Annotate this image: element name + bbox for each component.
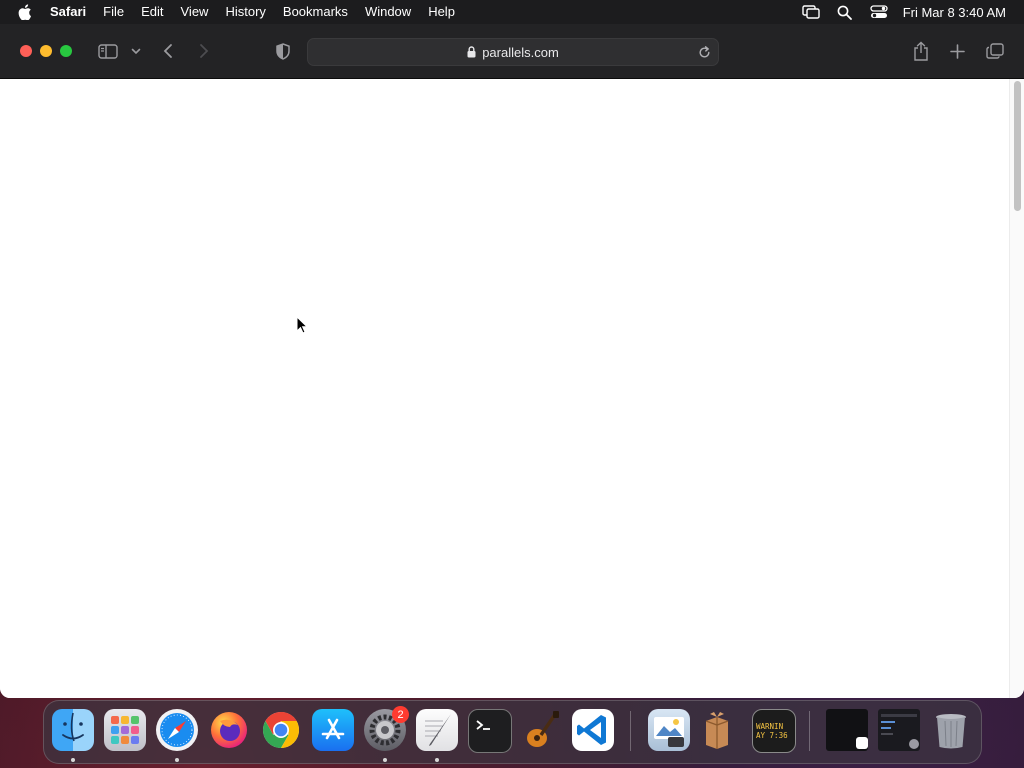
console-warning-text: WARNIN AY 7:36 bbox=[756, 722, 788, 740]
dock-vscode-icon[interactable] bbox=[572, 709, 614, 751]
dock-minimized-window[interactable] bbox=[826, 709, 868, 751]
dock-separator bbox=[630, 711, 631, 751]
dock-running-indicator bbox=[175, 758, 179, 762]
dock-firefox-icon[interactable] bbox=[208, 709, 250, 751]
menu-bar-clock[interactable]: Fri Mar 8 3:40 AM bbox=[903, 5, 1006, 20]
dock: 2 WARNIN AY 7:36 bbox=[43, 700, 982, 764]
back-icon[interactable] bbox=[160, 39, 176, 63]
dock-preview-icon[interactable] bbox=[648, 709, 690, 751]
menu-bar: Safari File Edit View History Bookmarks … bbox=[0, 0, 1024, 24]
menu-app-name[interactable]: Safari bbox=[50, 0, 95, 24]
menu-help[interactable]: Help bbox=[420, 0, 464, 24]
apple-menu-icon[interactable] bbox=[18, 0, 34, 24]
browser-toolbar: parallels.com bbox=[0, 24, 1024, 79]
web-content-area[interactable] bbox=[0, 79, 1024, 698]
tab-overview-icon[interactable] bbox=[985, 39, 1005, 63]
menu-view[interactable]: View bbox=[172, 0, 217, 24]
share-icon[interactable] bbox=[912, 39, 930, 63]
dock-running-indicator bbox=[71, 758, 75, 762]
dock-launchpad-icon[interactable] bbox=[104, 709, 146, 751]
forward-icon[interactable] bbox=[196, 39, 212, 63]
dock-textedit-icon[interactable] bbox=[416, 709, 458, 751]
menu-history[interactable]: History bbox=[217, 0, 274, 24]
address-bar-url: parallels.com bbox=[482, 44, 559, 60]
menu-bookmarks[interactable]: Bookmarks bbox=[274, 0, 356, 24]
privacy-shield-icon[interactable] bbox=[274, 39, 292, 63]
vertical-scrollbar[interactable] bbox=[1009, 79, 1024, 698]
chevron-down-icon[interactable] bbox=[130, 39, 142, 63]
dock-console-icon[interactable]: WARNIN AY 7:36 bbox=[752, 709, 796, 753]
scrollbar-thumb[interactable] bbox=[1014, 81, 1021, 211]
window-close-button[interactable] bbox=[20, 45, 32, 57]
dock-garageband-icon[interactable] bbox=[520, 709, 562, 751]
dock-minimized-window[interactable] bbox=[878, 709, 920, 751]
menu-file[interactable]: File bbox=[95, 0, 133, 24]
spotlight-search-icon[interactable] bbox=[835, 0, 855, 24]
menu-edit[interactable]: Edit bbox=[133, 0, 172, 24]
notification-badge: 2 bbox=[392, 706, 409, 723]
lock-icon bbox=[467, 46, 476, 58]
control-center-icon[interactable] bbox=[869, 0, 889, 24]
dock-safari-icon[interactable] bbox=[156, 709, 198, 751]
new-tab-icon[interactable] bbox=[948, 39, 966, 63]
sidebar-icon[interactable] bbox=[97, 39, 119, 63]
dock-app-store-icon[interactable] bbox=[312, 709, 354, 751]
dock-separator bbox=[809, 711, 810, 751]
dock-archive-utility-icon[interactable] bbox=[696, 709, 738, 751]
menu-window[interactable]: Window bbox=[356, 0, 419, 24]
mouse-cursor-icon bbox=[296, 316, 308, 334]
reload-icon[interactable] bbox=[694, 42, 714, 62]
window-minimize-button[interactable] bbox=[40, 45, 52, 57]
textedit-badge-icon bbox=[856, 737, 868, 749]
dock-running-indicator bbox=[383, 758, 387, 762]
dock-chrome-icon[interactable] bbox=[260, 709, 302, 751]
window-zoom-button[interactable] bbox=[60, 45, 72, 57]
screen-mirroring-icon[interactable] bbox=[801, 0, 821, 24]
safari-window: parallels.com bbox=[0, 24, 1024, 698]
dock-running-indicator bbox=[435, 758, 439, 762]
dock-finder-icon[interactable] bbox=[52, 709, 94, 751]
address-bar[interactable]: parallels.com bbox=[307, 38, 719, 66]
dock-terminal-icon[interactable] bbox=[468, 709, 512, 753]
dock-trash-icon[interactable] bbox=[930, 709, 972, 751]
